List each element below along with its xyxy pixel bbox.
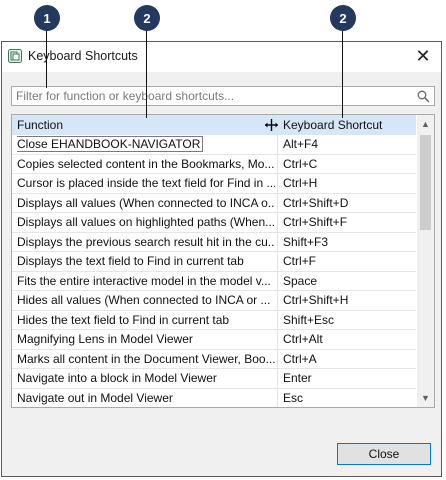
shortcut-cell: Ctrl+H [283,176,318,190]
scroll-up-arrow-icon[interactable]: ▲ [420,118,431,130]
table-body: Close EHANDBOOK-NAVIGATOR Alt+F4 Copies s… [12,135,416,408]
function-cell: Displays the previous search result hit … [17,234,275,249]
shortcut-cell: Ctrl+A [283,351,317,366]
table-row[interactable]: Fits the entire interactive model in the… [12,272,416,291]
close-button[interactable]: Close [337,443,431,465]
callout-1-line [46,30,47,88]
function-cell: Displays the text field to Find in curre… [17,254,244,268]
shortcut-cell: Enter [283,371,312,385]
function-cell: Navigate out in Model Viewer [17,390,173,405]
function-cell: Magnifying Lens in Model Viewer [17,332,193,346]
function-cell: Copies selected content in the Bookmarks… [17,156,275,171]
table-row[interactable]: Copies selected content in the Bookmarks… [12,155,416,174]
callout-2b: 2 [330,5,356,31]
function-cell: Hides the text field to Find in current … [17,312,230,327]
scroll-down-arrow-icon[interactable]: ▼ [420,392,431,404]
column-header-function[interactable]: Function [17,115,63,135]
table-row[interactable]: Magnifying Lens in Model Viewer Ctrl+Alt [12,330,416,350]
table-row[interactable]: Displays the text field to Find in curre… [12,252,416,272]
table-row[interactable]: Displays all values (When connected to I… [12,194,416,213]
shortcut-cell: Ctrl+Shift+H [283,293,349,307]
shortcut-cell: Ctrl+F [283,254,316,268]
function-cell: Close EHANDBOOK-NAVIGATOR [17,136,204,152]
table-row[interactable]: Displays all values on highlighted paths… [12,213,416,233]
callout-1: 1 [34,5,60,31]
shortcut-cell: Ctrl+Alt [283,332,323,346]
callout-2a: 2 [134,5,160,31]
function-cell: Displays all values on highlighted paths… [17,215,275,229]
column-header-shortcut[interactable]: Keyboard Shortcut [283,115,382,135]
table-row[interactable]: Hides the text field to Find in current … [12,311,416,330]
shortcut-cell: Shift+Esc [283,312,335,327]
function-cell: Hides all values (When connected to INCA… [17,293,271,307]
search-icon [417,90,430,103]
close-window-icon[interactable]: ✕ [413,45,433,67]
table-header: Function Keyboard Shortcut [12,115,416,135]
function-cell: Marks all content in the Document Viewer… [17,351,275,366]
function-cell: Cursor is placed inside the text field f… [17,176,275,190]
filter-field[interactable] [11,86,435,106]
shortcut-cell: Ctrl+Shift+F [283,215,348,229]
filter-input[interactable] [16,88,412,104]
callout-2a-line [146,30,147,118]
app-icon [8,49,22,63]
shortcut-cell: Esc [283,390,304,405]
shortcut-cell: Alt+F4 [283,137,319,151]
table-row[interactable]: Navigate out in Model Viewer Esc [12,389,416,408]
column-resize-cursor-icon[interactable] [264,118,279,132]
table-row[interactable]: Hides all values (When connected to INCA… [12,291,416,311]
window-title: Keyboard Shortcuts [28,49,138,63]
table-row[interactable]: Cursor is placed inside the text field f… [12,174,416,194]
table-row[interactable]: Close EHANDBOOK-NAVIGATOR Alt+F4 [12,135,416,155]
callout-2b-line [342,30,343,118]
function-cell: Displays all values (When connected to I… [17,195,275,210]
shortcut-cell: Space [283,273,318,288]
shortcuts-table: Function Keyboard Shortcut Close EHANDBO… [11,114,435,408]
title-bar: Keyboard Shortcuts ✕ [2,42,441,72]
table-row[interactable]: Navigate into a block in Model Viewer Ent… [12,369,416,389]
function-cell: Navigate into a block in Model Viewer [17,371,217,385]
vertical-scrollbar[interactable]: ▲ ▼ [417,115,434,407]
shortcut-cell: Shift+F3 [283,234,329,249]
keyboard-shortcuts-dialog: Keyboard Shortcuts ✕ Function Keyboard S… [1,41,442,477]
table-row[interactable]: Marks all content in the Document Viewer… [12,350,416,369]
scrollbar-thumb[interactable] [420,135,431,230]
table-row[interactable]: Displays the previous search result hit … [12,233,416,252]
shortcut-cell: Ctrl+C [283,156,318,171]
function-cell: Fits the entire interactive model in the… [17,273,271,288]
shortcut-cell: Ctrl+Shift+D [283,195,349,210]
